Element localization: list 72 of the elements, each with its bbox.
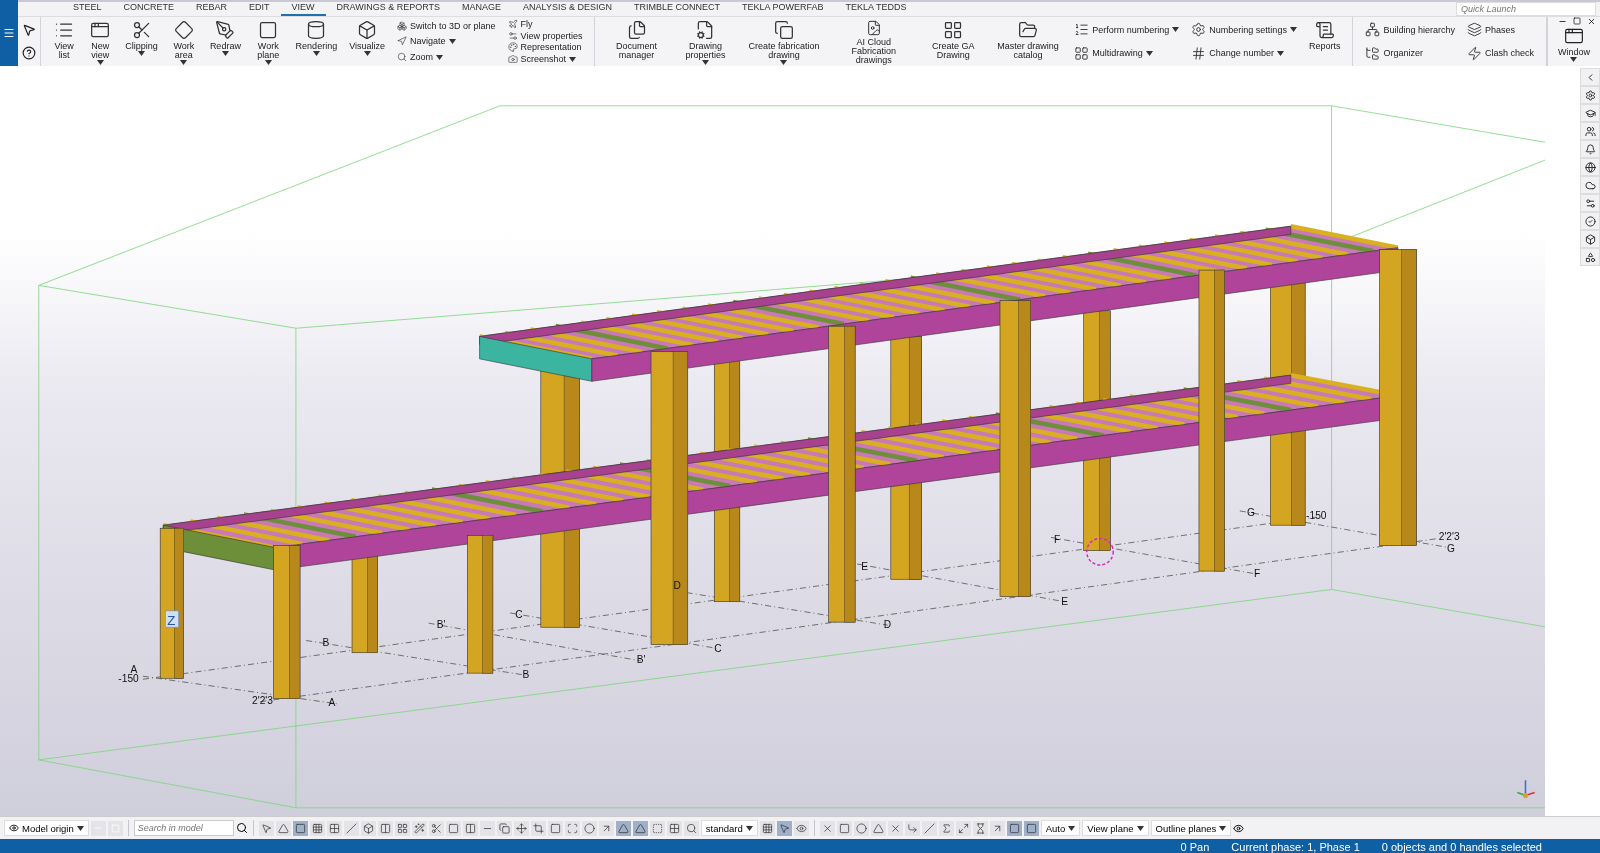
ribbon-button[interactable]: Zoom <box>397 51 496 63</box>
status-text: 0 objects and 0 handles selected <box>1381 840 1542 853</box>
ribbon-button[interactable]: Switch to 3D or plane <box>397 20 496 32</box>
status-text: Current phase: 1, Phase 1 <box>1231 840 1360 853</box>
ribbon-button[interactable]: AI Cloud Fabrication drawings <box>828 17 919 65</box>
grid-label: B <box>522 669 530 681</box>
grid-label: A <box>328 696 336 708</box>
ribbon-button[interactable]: Clipping <box>119 17 164 65</box>
ribbon-button[interactable]: Fly <box>507 18 583 30</box>
grid-label: A <box>130 664 138 676</box>
grid-label: G <box>1446 542 1455 554</box>
ribbon-button[interactable]: Work plane <box>246 17 290 65</box>
axis-label: Z <box>165 610 179 629</box>
ribbon-button[interactable]: Rendering <box>289 17 344 65</box>
grid-label: -150 <box>118 673 139 685</box>
ribbon-button[interactable]: Work area <box>163 17 204 65</box>
grid-label: 2'2'3 <box>252 694 273 706</box>
grid-label: D <box>673 580 681 592</box>
grid-label: -150 <box>1306 510 1327 522</box>
ribbon-button[interactable]: Create fabrication drawing <box>739 17 829 65</box>
ribbon-tab[interactable]: TEKLA POWERFAB <box>731 1 835 16</box>
ribbon-button[interactable]: Numbering settings <box>1191 24 1297 36</box>
ribbon-tab[interactable]: MANAGE <box>451 1 513 16</box>
ribbon-tab[interactable]: EDIT <box>238 1 281 16</box>
grid-label: C <box>515 609 523 621</box>
grid-label: C <box>714 642 722 654</box>
ribbon-button[interactable]: Representation <box>507 41 583 53</box>
ribbon-button[interactable]: Drawing properties <box>671 17 740 65</box>
ribbon-tab[interactable]: ANALYSIS & DESIGN <box>512 1 623 16</box>
ribbon-button[interactable]: Document manager <box>601 17 672 65</box>
ribbon-button[interactable]: Redraw <box>203 17 247 65</box>
ribbon-button[interactable]: Navigate <box>397 36 496 47</box>
ribbon-button[interactable]: Master drawing catalog <box>987 17 1069 65</box>
dropdown[interactable]: standard <box>700 820 758 836</box>
ribbon-tab[interactable]: TRIMBLE CONNECT <box>623 1 731 16</box>
grid-label: E <box>1061 595 1068 607</box>
ribbon-button[interactable]: Perform numbering <box>1074 24 1180 36</box>
ribbon-button[interactable]: Clash check <box>1466 47 1534 59</box>
grid-label: B <box>322 636 330 648</box>
ribbon-button[interactable]: Change number <box>1191 47 1297 59</box>
ribbon-button[interactable]: New view <box>81 17 120 65</box>
ribbon-button[interactable]: Visualize <box>343 17 391 65</box>
ribbon-button[interactable]: View list <box>47 17 82 65</box>
ribbon-tab[interactable]: STEEL <box>62 1 113 16</box>
ribbon-tab[interactable]: REBAR <box>185 1 239 16</box>
grid-label: 2'2'3 <box>1438 531 1460 543</box>
ribbon-button[interactable]: Organizer <box>1365 47 1455 59</box>
grid-label: D <box>883 619 892 631</box>
grid-label: B' <box>636 653 646 665</box>
grid-label: E <box>861 561 868 573</box>
window-button[interactable]: Window <box>1552 26 1596 66</box>
ribbon-button[interactable]: Phases <box>1466 24 1534 36</box>
grid-label: F <box>1054 533 1061 545</box>
dropdown[interactable]: Outline planes <box>1150 820 1232 836</box>
ribbon-button[interactable]: Reports <box>1302 17 1347 65</box>
status-text: 0 Pan <box>1180 840 1210 853</box>
quick-launch-field[interactable]: Quick Launch <box>1456 2 1596 16</box>
grid-label: F <box>1254 568 1261 580</box>
ribbon-button[interactable]: Screenshot <box>507 53 583 65</box>
search-field[interactable]: Search in model <box>133 820 234 836</box>
grid-label: B' <box>436 619 446 631</box>
ribbon-button[interactable]: Building hierarchy <box>1365 24 1455 36</box>
ribbon-tab[interactable]: DRAWINGS & REPORTS <box>325 1 452 16</box>
ribbon-button[interactable]: View properties <box>507 30 583 42</box>
origin-dropdown[interactable]: Model origin <box>4 820 89 836</box>
ribbon-button[interactable]: Create GA Drawing <box>918 17 988 65</box>
dropdown[interactable]: Auto <box>1040 820 1081 836</box>
ribbon-button[interactable]: Multidrawing <box>1074 47 1180 59</box>
ribbon-tab[interactable]: CONCRETE <box>112 1 186 16</box>
grid-label: G <box>1246 507 1255 518</box>
ribbon-tab[interactable]: TEKLA TEDDS <box>834 1 918 16</box>
dropdown[interactable]: View plane <box>1082 820 1149 836</box>
